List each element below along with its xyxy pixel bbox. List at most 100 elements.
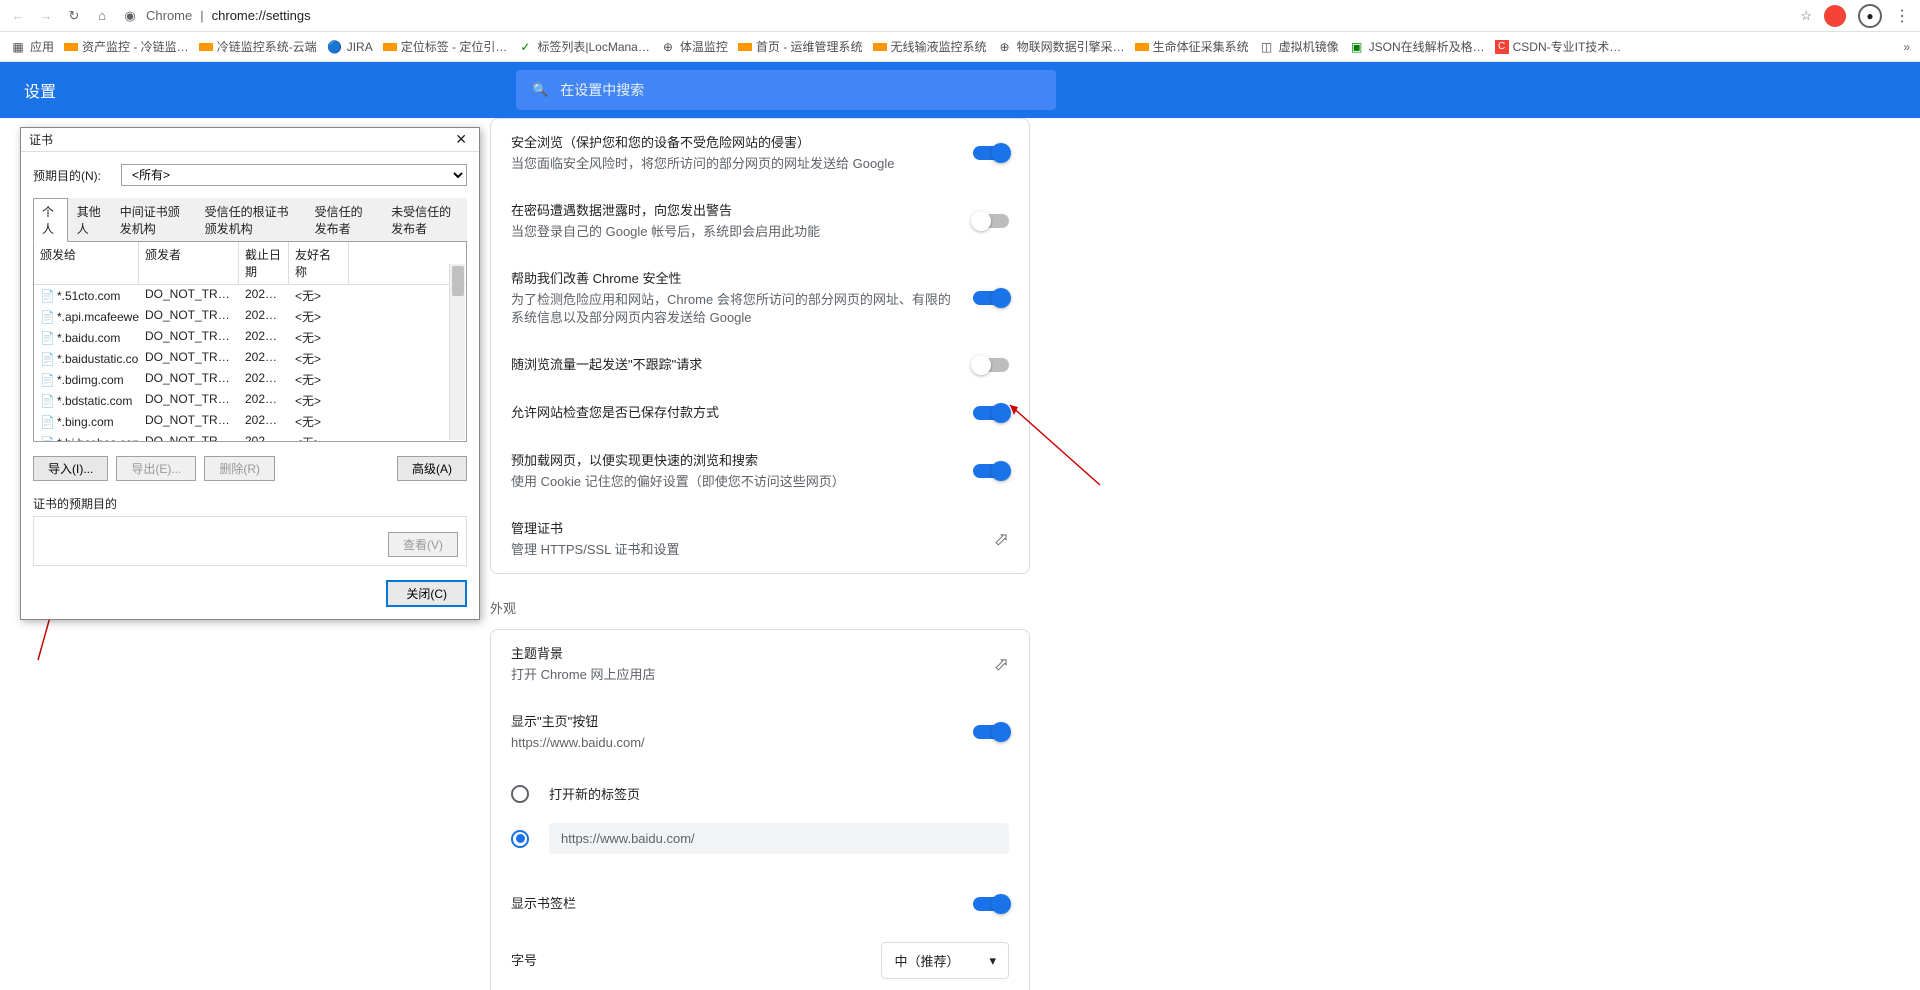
col-issued-to[interactable]: 颁发给 xyxy=(34,242,139,284)
toggle-preload[interactable] xyxy=(973,464,1009,478)
delete-button[interactable]: 删除(R) xyxy=(204,456,275,481)
star-icon[interactable]: ☆ xyxy=(1800,8,1812,24)
cert-purpose-box: 查看(V) xyxy=(33,516,467,566)
import-button[interactable]: 导入(I)... xyxy=(33,456,108,481)
profile-icon[interactable]: ● xyxy=(1858,4,1882,28)
menu-icon[interactable]: ⋮ xyxy=(1894,6,1910,26)
setting-help-improve: 帮助我们改善 Chrome 安全性为了检测危险应用和网站，Chrome 会将您所… xyxy=(491,255,1029,341)
browser-toolbar: ← → ↻ ⌂ ◉ Chrome | chrome://settings ☆ ●… xyxy=(0,0,1920,32)
tab-intermediate[interactable]: 中间证书颁发机构 xyxy=(111,198,196,241)
table-row[interactable]: 📄*.api.mcafeeweb...DO_NOT_TRUST_Fi...202… xyxy=(34,306,466,327)
extension-icon[interactable] xyxy=(1824,5,1846,27)
reload-button[interactable]: ↻ xyxy=(66,8,82,24)
toggle-home-button[interactable] xyxy=(973,725,1009,739)
toggle-bookmarks-bar[interactable] xyxy=(973,897,1009,911)
apps-button[interactable]: ▦应用 xyxy=(10,38,54,55)
setting-payment: 允许网站检查您是否已保存付款方式 xyxy=(491,389,1029,437)
radio-icon xyxy=(511,785,529,803)
bookmark-item[interactable]: ⊕物联网数据引擎采… xyxy=(997,38,1125,55)
col-expiry[interactable]: 截止日期 xyxy=(239,242,289,284)
table-row[interactable]: 📄*.bdimg.comDO_NOT_TRUST_Fi...2022/7/...… xyxy=(34,369,466,390)
cert-purpose-label: 证书的预期目的 xyxy=(33,497,117,511)
purpose-select[interactable]: <所有> xyxy=(121,164,467,186)
col-issued-by[interactable]: 颁发者 xyxy=(139,242,239,284)
forward-button[interactable]: → xyxy=(38,8,54,24)
toggle-dnt[interactable] xyxy=(973,358,1009,372)
advanced-button[interactable]: 高级(A) xyxy=(397,456,467,481)
view-button[interactable]: 查看(V) xyxy=(388,532,458,557)
cert-icon: 📄 xyxy=(40,415,55,429)
setting-safe-browsing: 安全浏览（保护您和您的设备不受危险网站的侵害）当您面临安全风险时，将您所访问的部… xyxy=(491,119,1029,187)
cert-icon: 📄 xyxy=(40,289,55,303)
font-size-select[interactable]: 中（推荐）▾ xyxy=(881,942,1009,979)
url-text: chrome://settings xyxy=(212,8,311,23)
external-link-icon: ⬀ xyxy=(994,654,1009,675)
close-icon[interactable]: ✕ xyxy=(451,131,471,148)
setting-bookmarks-bar: 显示书签栏 xyxy=(491,880,1029,928)
table-row[interactable]: 📄*.baidu.comDO_NOT_TRUST_Fi...2022/7/...… xyxy=(34,327,466,348)
setting-password-leak: 在密码遭遇数据泄露时，向您发出警告当您登录自己的 Google 帐号后，系统即会… xyxy=(491,187,1029,255)
settings-search[interactable]: 🔍 xyxy=(516,70,1056,110)
scrollbar[interactable] xyxy=(449,264,465,440)
cert-icon: 📄 xyxy=(40,331,55,345)
bookmark-item[interactable]: ◫虚拟机镜像 xyxy=(1259,38,1339,55)
table-row[interactable]: 📄*.51cto.comDO_NOT_TRUST_Fi...2022/7/...… xyxy=(34,285,466,306)
home-button[interactable]: ⌂ xyxy=(94,8,110,24)
table-row[interactable]: 📄*.bj.bcebos.comDO_NOT_TRUST_Fi...2022/7… xyxy=(34,432,466,442)
bookmark-item[interactable]: 无线输液监控系统 xyxy=(873,38,987,55)
external-link-icon: ⬀ xyxy=(994,529,1009,550)
cert-icon: 📄 xyxy=(40,310,55,324)
tab-untrusted-pub[interactable]: 未受信任的发布者 xyxy=(382,198,467,241)
setting-font-size: 字号 中（推荐）▾ xyxy=(491,928,1029,990)
toggle-password-leak[interactable] xyxy=(973,214,1009,228)
homepage-url-input[interactable] xyxy=(549,823,1009,854)
export-button[interactable]: 导出(E)... xyxy=(116,456,196,481)
table-row[interactable]: 📄*.bing.comDO_NOT_TRUST_Fi...2022/7/...<… xyxy=(34,411,466,432)
tab-others[interactable]: 其他人 xyxy=(68,198,111,241)
close-button[interactable]: 关闭(C) xyxy=(386,580,467,607)
search-icon: 🔍 xyxy=(532,82,548,98)
bookmark-item[interactable]: ✓标签列表|LocMana… xyxy=(517,38,649,55)
radio-custom-url[interactable] xyxy=(511,813,1009,864)
address-bar[interactable]: ◉ Chrome | chrome://settings xyxy=(122,8,1788,24)
cert-tabs: 个人 其他人 中间证书颁发机构 受信任的根证书颁发机构 受信任的发布者 未受信任… xyxy=(33,198,467,242)
col-friendly[interactable]: 友好名称 xyxy=(289,242,349,284)
setting-manage-certs[interactable]: 管理证书管理 HTTPS/SSL 证书和设置 ⬀ xyxy=(491,505,1029,573)
setting-dnt: 随浏览流量一起发送"不跟踪"请求 xyxy=(491,341,1029,389)
settings-content: 安全浏览（保护您和您的设备不受危险网站的侵害）当您面临安全风险时，将您所访问的部… xyxy=(280,118,1920,990)
tab-trusted-root[interactable]: 受信任的根证书颁发机构 xyxy=(196,198,306,241)
bookmark-item[interactable]: 资产监控 - 冷链监… xyxy=(64,38,189,55)
cert-icon: 📄 xyxy=(40,394,55,408)
bookmark-item[interactable]: 冷链监控系统-云端 xyxy=(199,38,317,55)
chrome-icon: ◉ xyxy=(122,8,138,24)
bookmark-item[interactable]: 生命体征采集系统 xyxy=(1135,38,1249,55)
toggle-safe-browsing[interactable] xyxy=(973,146,1009,160)
search-input[interactable] xyxy=(560,82,1040,98)
back-button[interactable]: ← xyxy=(10,8,26,24)
bookmark-item[interactable]: 🔵JIRA xyxy=(327,39,373,55)
table-row[interactable]: 📄*.bdstatic.comDO_NOT_TRUST_Fi...2022/7/… xyxy=(34,390,466,411)
radio-newtab[interactable]: 打开新的标签页 xyxy=(511,774,1009,813)
cert-icon: 📄 xyxy=(40,352,55,366)
purpose-label: 预期目的(N): xyxy=(33,167,101,184)
cert-icon: 📄 xyxy=(40,373,55,387)
toggle-payment[interactable] xyxy=(973,406,1009,420)
setting-home-button: 显示"主页"按钮https://www.baidu.com/ xyxy=(491,698,1029,766)
table-row[interactable]: 📄*.baidustatic.comDO_NOT_TRUST_Fi...2022… xyxy=(34,348,466,369)
tab-trusted-pub[interactable]: 受信任的发布者 xyxy=(306,198,383,241)
bookmark-item[interactable]: CCSDN-专业IT技术… xyxy=(1495,38,1622,55)
bookmarks-overflow[interactable]: » xyxy=(1903,40,1910,54)
chrome-label: Chrome xyxy=(146,8,192,23)
appearance-label: 外观 xyxy=(490,598,1920,617)
bookmark-item[interactable]: ▣JSON在线解析及格… xyxy=(1349,38,1485,55)
dialog-title: 证书 xyxy=(29,131,53,148)
bookmark-item[interactable]: 定位标签 - 定位引… xyxy=(383,38,508,55)
cert-table: 颁发给 颁发者 截止日期 友好名称 📄*.51cto.comDO_NOT_TRU… xyxy=(33,242,467,442)
chevron-down-icon: ▾ xyxy=(989,953,996,969)
bookmark-item[interactable]: 首页 - 运维管理系统 xyxy=(738,38,863,55)
toggle-help-improve[interactable] xyxy=(973,291,1009,305)
bookmark-item[interactable]: ⊕体温监控 xyxy=(660,38,728,55)
tab-personal[interactable]: 个人 xyxy=(33,198,68,242)
setting-theme[interactable]: 主题背景打开 Chrome 网上应用店 ⬀ xyxy=(491,630,1029,698)
cert-icon: 📄 xyxy=(40,436,55,443)
